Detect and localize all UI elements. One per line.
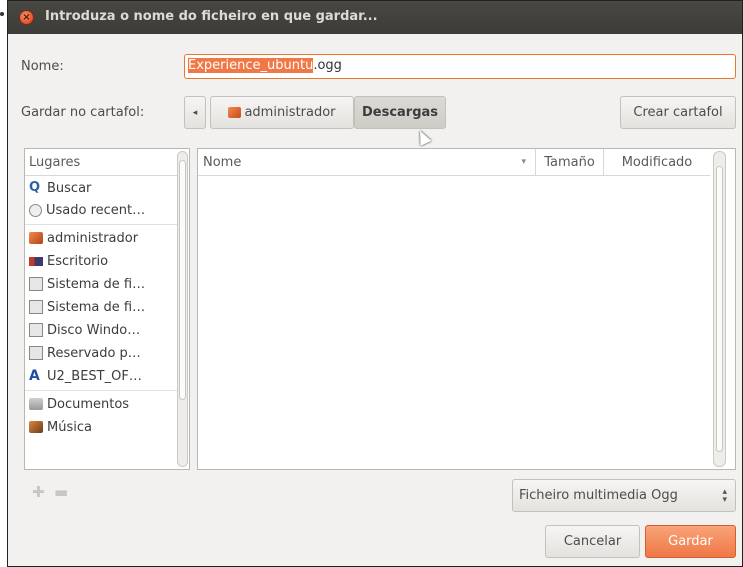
drive-icon	[29, 300, 43, 314]
column-label: Modificado	[621, 154, 693, 170]
cdrom-icon: A	[29, 368, 40, 384]
documents-folder-icon	[29, 398, 43, 410]
close-button[interactable]: ×	[19, 10, 34, 25]
file-type-filter[interactable]: Ficheiro multimedia Ogg ▴ ▾	[512, 479, 736, 512]
path-button-descargas[interactable]: Descargas	[354, 96, 446, 129]
places-scrollbar[interactable]	[177, 151, 188, 467]
sort-arrow-icon: ▾	[521, 157, 526, 167]
places-header: Lugares	[29, 154, 81, 170]
place-item-buscar[interactable]: Q Buscar	[29, 177, 91, 199]
close-icon: ×	[22, 11, 31, 23]
chevron-left-icon: ◂	[192, 107, 198, 118]
plus-icon: ✚	[32, 483, 45, 501]
search-icon: Q	[29, 180, 41, 195]
path-scroll-left-button[interactable]: ◂	[184, 96, 206, 129]
home-folder-icon	[228, 107, 242, 118]
place-label: U2_BEST_OF…	[47, 368, 142, 384]
place-label: Sistema de fi…	[47, 299, 146, 315]
place-item-documents[interactable]: Documentos	[29, 393, 129, 415]
drive-icon	[29, 346, 43, 360]
places-scrollbar-thumb[interactable]	[179, 160, 186, 400]
cancel-button[interactable]: Cancelar	[545, 525, 640, 558]
place-item-recent[interactable]: Usado recent…	[29, 199, 145, 221]
place-label: Sistema de fi…	[47, 276, 146, 292]
file-list-scrollbar-thumb[interactable]	[716, 166, 723, 452]
place-label: Usado recent…	[46, 202, 146, 218]
places-separator	[25, 390, 177, 391]
file-list: Nome ▾ Tamaño Modificado	[197, 148, 736, 470]
drive-icon	[29, 323, 43, 337]
place-label: Reservado p…	[47, 345, 141, 361]
place-item-cdrom[interactable]: A U2_BEST_OF…	[29, 365, 142, 387]
add-bookmark-button[interactable]: ✚	[32, 483, 45, 501]
place-label: Disco Windo…	[47, 322, 141, 338]
cancel-label: Cancelar	[563, 534, 622, 549]
desktop-icon	[29, 256, 43, 266]
place-label: Buscar	[47, 180, 92, 196]
place-label: Documentos	[47, 396, 130, 412]
header-divider	[198, 175, 710, 176]
column-header-tamano[interactable]: Tamaño	[536, 149, 604, 175]
remove-bookmark-button[interactable]: ▬	[54, 483, 68, 501]
save-label: Gardar	[668, 534, 713, 549]
dialog-title: Introduza o nome do ficheiro en que gard…	[45, 9, 378, 24]
clock-icon	[29, 203, 42, 217]
place-item-windows-disk[interactable]: Disco Windo…	[29, 319, 140, 341]
path-button-label: Descargas	[361, 105, 439, 120]
filename-input[interactable]: Experience_ubuntu.ogg	[184, 54, 736, 79]
save-dialog: × Introduza o nome do ficheiro en que ga…	[7, 0, 743, 567]
places-separator	[25, 224, 177, 225]
create-folder-label: Crear cartafol	[633, 105, 723, 120]
column-label: Nome	[203, 154, 242, 170]
path-button-label: administrador	[244, 105, 336, 120]
place-item-desktop[interactable]: Escritorio	[29, 250, 108, 272]
place-item-reserved[interactable]: Reservado p…	[29, 342, 141, 364]
column-label: Tamaño	[544, 154, 595, 170]
title-bar: × Introduza o nome do ficheiro en que ga…	[8, 1, 742, 34]
place-item-filesystem-1[interactable]: Sistema de fi…	[29, 273, 145, 295]
places-sidebar: Lugares Q Buscar Usado recent… administra…	[24, 148, 190, 470]
updown-arrows-icon: ▴ ▾	[722, 487, 727, 505]
header-divider	[25, 175, 177, 176]
place-item-music[interactable]: Música	[29, 416, 92, 438]
create-folder-button[interactable]: Crear cartafol	[620, 96, 736, 129]
place-item-filesystem-2[interactable]: Sistema de fi…	[29, 296, 145, 318]
list-bullet	[0, 12, 4, 16]
save-button[interactable]: Gardar	[645, 525, 736, 558]
place-label: Escritorio	[47, 253, 109, 269]
filename-selected-text: Experience_ubuntu	[188, 58, 314, 73]
place-label: administrador	[47, 230, 139, 246]
home-folder-icon	[29, 232, 43, 244]
filter-label: Ficheiro multimedia Ogg	[519, 488, 678, 503]
music-folder-icon	[29, 421, 43, 433]
path-bar: ◂ administrador Descargas Crear cartafol	[8, 96, 742, 129]
filename-extension: .ogg	[313, 58, 342, 73]
name-label: Nome:	[21, 59, 64, 74]
column-header-modificado[interactable]: Modificado	[604, 149, 710, 175]
column-header-nome[interactable]: Nome ▾	[198, 149, 536, 175]
path-button-administrador[interactable]: administrador	[210, 96, 354, 129]
place-item-home[interactable]: administrador	[29, 227, 138, 249]
drive-icon	[29, 277, 43, 291]
place-label: Música	[47, 419, 92, 435]
minus-icon: ▬	[54, 483, 69, 501]
file-list-scrollbar[interactable]	[713, 151, 726, 467]
